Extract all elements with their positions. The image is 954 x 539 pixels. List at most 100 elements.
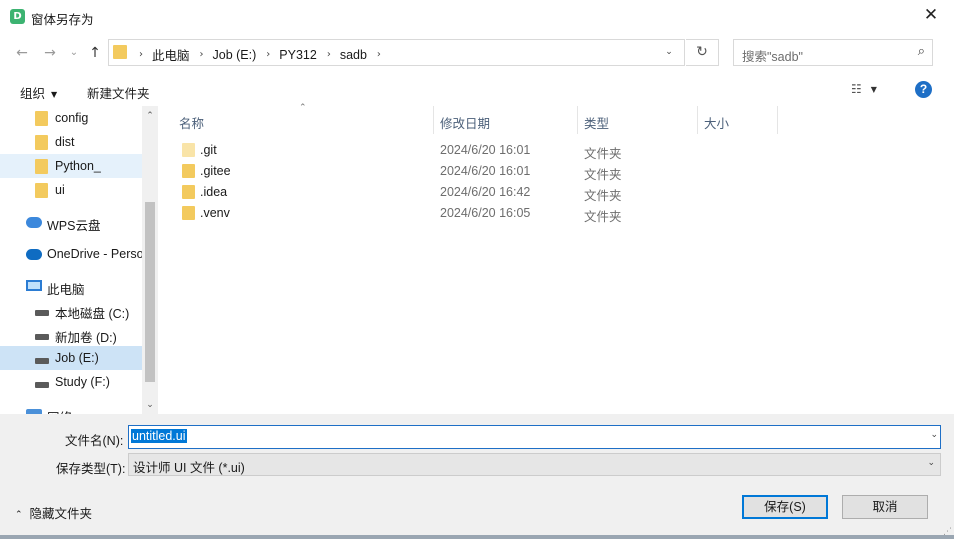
breadcrumb-sadb[interactable]: sadb: [340, 48, 367, 62]
drive-icon: [35, 334, 49, 340]
file-modified: 2024/6/20 16:01: [440, 143, 531, 157]
chevron-down-icon[interactable]: ⌄: [930, 430, 938, 440]
column-header-modified[interactable]: 修改日期: [434, 106, 578, 134]
folder-icon: [182, 185, 195, 199]
sidebar-item-dist[interactable]: dist: [0, 130, 142, 154]
file-modified: 2024/6/20 16:05: [440, 206, 531, 220]
chevron-down-icon[interactable]: ⌄: [660, 43, 678, 61]
file-list: ⌃ 名称 修改日期 类型 大小 .git 2024/6/20 16:01 文件夹…: [160, 103, 946, 414]
table-row[interactable]: .venv 2024/6/20 16:05 文件夹: [160, 203, 946, 224]
save-form: 文件名(N): untitled.ui ⌄ 保存类型(T): 设计师 UI 文件…: [0, 414, 954, 539]
chevron-down-icon[interactable]: ⌄: [927, 458, 935, 468]
table-row[interactable]: .idea 2024/6/20 16:42 文件夹: [160, 182, 946, 203]
column-header-label: 修改日期: [440, 117, 491, 131]
sidebar-item-python[interactable]: Python_: [0, 154, 142, 178]
filename-value[interactable]: untitled.ui: [131, 429, 187, 443]
scrollbar-thumb[interactable]: [145, 202, 155, 382]
command-bar: 组织 ▼ 新建文件夹 ☷ ▼: [0, 74, 954, 106]
hide-folders-button[interactable]: ⌃ 隐藏文件夹: [15, 503, 92, 522]
sidebar-item-config[interactable]: config: [0, 106, 142, 130]
sidebar-item-drive-f[interactable]: Study (F:): [0, 370, 142, 394]
address-row: ← → ⌄ ↑ › 此电脑 › Job (E:) › PY312 › sadb …: [0, 34, 954, 72]
drive-icon: [35, 358, 49, 364]
back-icon[interactable]: ←: [12, 43, 32, 63]
sidebar-item-label: ui: [55, 183, 65, 197]
breadcrumb: › 此电脑 › Job (E:) › PY312 › sadb ›: [129, 45, 390, 64]
folder-icon: [35, 111, 48, 126]
view-list-icon: ☷: [851, 82, 862, 96]
sidebar-item-network[interactable]: 网络: [0, 402, 142, 414]
new-folder-button[interactable]: 新建文件夹: [87, 83, 150, 102]
file-name: .venv: [200, 206, 230, 220]
folder-icon: [35, 159, 48, 174]
search-placeholder: 搜索"sadb": [742, 50, 803, 64]
sidebar-item-label: 网络: [47, 407, 72, 414]
view-options-button[interactable]: ☷ ▼: [851, 82, 877, 96]
sidebar-item-this-pc[interactable]: 此电脑: [0, 274, 142, 298]
forward-icon[interactable]: →: [40, 43, 60, 63]
sidebar-item-wps-cloud[interactable]: WPS云盘: [0, 210, 142, 234]
table-row[interactable]: .git 2024/6/20 16:01 文件夹: [160, 140, 946, 161]
search-input[interactable]: 搜索"sadb" ⌕: [733, 39, 933, 66]
sidebar-item-label: 本地磁盘 (C:): [55, 307, 130, 321]
folder-icon: [182, 143, 195, 157]
sort-ascending-icon: ⌃: [299, 103, 307, 113]
address-bar[interactable]: › 此电脑 › Job (E:) › PY312 › sadb ›: [108, 39, 685, 66]
folder-icon: [182, 164, 195, 178]
cloud-icon: [26, 217, 42, 228]
onedrive-icon: [26, 249, 42, 260]
chevron-right-icon[interactable]: ›: [139, 49, 143, 60]
sidebar-item-label: Job (E:): [55, 351, 99, 365]
column-header-label: 大小: [704, 117, 730, 131]
sidebar-item-drive-e[interactable]: Job (E:): [0, 346, 142, 370]
file-type: 文件夹: [584, 189, 622, 203]
app-icon: D: [10, 9, 25, 24]
folder-icon: [35, 135, 48, 150]
breadcrumb-py312[interactable]: PY312: [279, 48, 317, 62]
organize-button[interactable]: 组织 ▼: [20, 83, 57, 102]
background-window-edge: [0, 535, 954, 539]
sidebar-item-label: 新加卷 (D:): [55, 331, 117, 345]
navigation-pane: config dist Python_ ui WPS云盘 OneDrive - …: [0, 106, 158, 414]
scroll-down-icon[interactable]: ⌄: [142, 397, 158, 413]
breadcrumb-job-drive[interactable]: Job (E:): [213, 48, 257, 62]
file-modified: 2024/6/20 16:42: [440, 185, 531, 199]
scroll-up-icon[interactable]: ⌃: [142, 108, 158, 124]
help-icon[interactable]: ?: [915, 81, 932, 98]
chevron-right-icon[interactable]: ›: [200, 49, 204, 60]
column-header-size[interactable]: 大小: [698, 106, 778, 134]
file-type: 文件夹: [584, 210, 622, 224]
folder-icon: [35, 183, 48, 198]
column-header-label: 类型: [584, 117, 610, 131]
column-header-label: 名称: [179, 117, 205, 131]
close-button[interactable]: ✕: [908, 0, 954, 32]
recent-locations-icon[interactable]: ⌄: [64, 43, 84, 63]
filetype-value: 设计师 UI 文件 (*.ui): [133, 461, 245, 475]
chevron-right-icon[interactable]: ›: [266, 49, 270, 60]
sidebar-item-onedrive[interactable]: OneDrive - Perso: [0, 242, 142, 266]
filetype-select[interactable]: 设计师 UI 文件 (*.ui) ⌄: [128, 453, 941, 476]
cancel-button[interactable]: 取消: [842, 495, 928, 519]
sidebar-item-label: config: [55, 111, 89, 125]
chevron-right-icon[interactable]: ›: [377, 49, 381, 60]
folder-icon: [182, 206, 195, 220]
table-row[interactable]: .gitee 2024/6/20 16:01 文件夹: [160, 161, 946, 182]
drive-icon: [35, 310, 49, 316]
sidebar-item-drive-c[interactable]: 本地磁盘 (C:): [0, 298, 142, 322]
sidebar-scrollbar[interactable]: ⌃ ⌄: [142, 106, 158, 414]
chevron-right-icon[interactable]: ›: [327, 49, 331, 60]
sidebar-item-drive-d[interactable]: 新加卷 (D:): [0, 322, 142, 346]
filename-field[interactable]: untitled.ui ⌄: [128, 425, 941, 449]
refresh-icon[interactable]: ↻: [686, 39, 719, 66]
column-header-name[interactable]: ⌃ 名称: [160, 103, 434, 134]
caret-down-icon: ▼: [51, 90, 58, 99]
up-icon[interactable]: ↑: [85, 43, 105, 63]
breadcrumb-this-pc[interactable]: 此电脑: [152, 45, 190, 64]
save-button[interactable]: 保存(S): [742, 495, 828, 519]
search-icon[interactable]: ⌕: [918, 44, 925, 59]
column-header-type[interactable]: 类型: [578, 106, 698, 134]
hide-folders-label: 隐藏文件夹: [29, 507, 93, 521]
sidebar-item-ui[interactable]: ui: [0, 178, 142, 202]
file-type: 文件夹: [584, 147, 622, 161]
caret-down-icon: ▼: [870, 85, 877, 94]
